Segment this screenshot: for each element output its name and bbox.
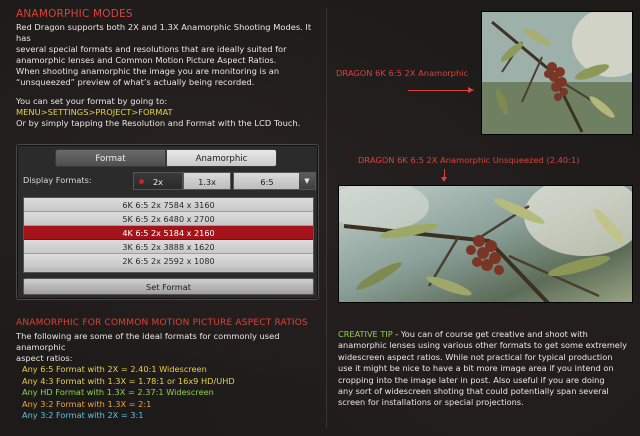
tip-line: any sort of widescreen shoting that coul… (338, 386, 609, 397)
selected-dot-icon (139, 179, 144, 184)
set-format-button[interactable]: Set Format (23, 278, 314, 295)
tip-line: anamorphic lenses using various other fo… (338, 340, 627, 351)
squeezed-preview-photo (481, 11, 633, 135)
intro-line: Red Dragon supports both 2X and 1.3X Ana… (16, 22, 312, 43)
arrow-line (408, 90, 468, 91)
lcd-format-panel: Format Anamorphic Display Formats: 2x 1.… (16, 144, 319, 300)
intro-line: several special formats and resolutions … (16, 44, 287, 54)
format-ratio-item: Any 3:2 Format with 1.3X = 2:1 (22, 398, 152, 409)
tip-line: widescreen aspect ratios. While not prac… (338, 351, 613, 362)
menu-path-paragraph: You can set your format by going to: MEN… (16, 96, 322, 129)
format-ratio-item: Any 6:5 Format with 2X = 2.40:1 Widescre… (22, 364, 207, 374)
intro-line: anamorphic lenses and Common Motion Pict… (16, 55, 277, 65)
resolution-option[interactable]: 6K 6:5 2x 7584 x 3160 (24, 198, 313, 212)
format-tabs: Format Anamorphic (55, 149, 277, 167)
unsqueezed-preview-photo (338, 185, 633, 303)
section-title: ANAMORPHIC MODES (16, 8, 133, 20)
tip-line: cropping into the image later in post. A… (338, 374, 605, 385)
option-2x[interactable]: 2x (133, 172, 183, 190)
tab-format[interactable]: Format (55, 149, 166, 167)
intro-line: When shooting anamorphic the image you a… (16, 66, 280, 76)
option-2x-label: 2x (152, 177, 164, 187)
column-divider (326, 8, 327, 428)
section2-intro-line: aspect ratios: (16, 353, 73, 363)
creative-tip: CREATIVE TIP - You can of course get cre… (338, 329, 630, 409)
tab-anamorphic[interactable]: Anamorphic (166, 149, 277, 167)
section2-intro-line: The following are some of the ideal form… (16, 331, 280, 352)
format-ratio-item: Any HD Format with 1.3X = 2.37:1 Widescr… (22, 387, 214, 398)
olive-branch-illustration (482, 12, 632, 134)
aspect-dropdown-value: 6:5 (260, 177, 274, 187)
resolution-option[interactable]: 2K 6:5 2x 2592 x 1080 (24, 254, 313, 268)
format-ratio-list: Any 6:5 Format with 2X = 2.40:1 Widescre… (22, 364, 235, 422)
olive-branch-wide-illustration (339, 186, 632, 302)
intro-paragraph: Red Dragon supports both 2X and 1.3X Ana… (16, 22, 322, 88)
arrow-right-icon (468, 87, 474, 93)
path-intro: You can set your format by going to: (16, 96, 168, 106)
option-1-3x[interactable]: 1.3x (183, 172, 231, 190)
arrow-down-icon (441, 177, 447, 182)
option-1-3x-label: 1.3x (198, 177, 216, 187)
menu-path: MENU>SETTINGS>PROJECT>FORMAT (16, 107, 173, 117)
tip-title: CREATIVE TIP (338, 329, 393, 339)
resolution-option[interactable]: 5K 6:5 2x 6480 x 2700 (24, 212, 313, 226)
triangle-down-icon[interactable]: ▼ (299, 173, 315, 189)
display-formats-row: Display Formats: 2x 1.3x 6:5 ▼ (21, 172, 316, 190)
aspect-ratios-section: ANAMORPHIC FOR COMMON MOTION PICTURE ASP… (16, 317, 322, 364)
section2-title: ANAMORPHIC FOR COMMON MOTION PICTURE ASP… (16, 318, 308, 328)
section2-intro: The following are some of the ideal form… (16, 331, 322, 364)
path-outro: Or by simply tapping the Resolution and … (16, 118, 301, 128)
tip-line: CREATIVE TIP - You can of course get cre… (338, 329, 630, 340)
caption-squeezed: DRAGON 6K 6:5 2X Anamorphic (336, 68, 469, 78)
format-ratio-item: Any 4:3 Format with 1.3X = 1.78:1 or 16x… (22, 375, 235, 386)
resolution-option-selected[interactable]: 4K 6:5 2x 5184 x 2160 (24, 226, 313, 240)
aspect-dropdown[interactable]: 6:5 ▼ (233, 172, 316, 190)
format-ratio-item: Any 3:2 Format with 2X = 3:1 (22, 410, 144, 421)
tip-line-text: - You can of course get creative and sho… (392, 329, 588, 339)
display-formats-label: Display Formats: (23, 175, 92, 185)
anamorphic-modes-section: ANAMORPHIC MODES Red Dragon supports bot… (16, 8, 322, 129)
caption-unsqueezed: DRAGON 6K 6:5 2X Anamorphic Unsqueezed (… (358, 155, 580, 165)
intro-line: “unsqueezed” preview of what’s actually … (16, 77, 255, 87)
tip-line: use it might be nice to have a bit more … (338, 363, 614, 374)
resolution-list: 6K 6:5 2x 7584 x 3160 5K 6:5 2x 6480 x 2… (23, 197, 314, 273)
resolution-option[interactable]: 3K 6:5 2x 3888 x 1620 (24, 240, 313, 254)
tip-line: screen for installations or special proj… (338, 397, 524, 408)
